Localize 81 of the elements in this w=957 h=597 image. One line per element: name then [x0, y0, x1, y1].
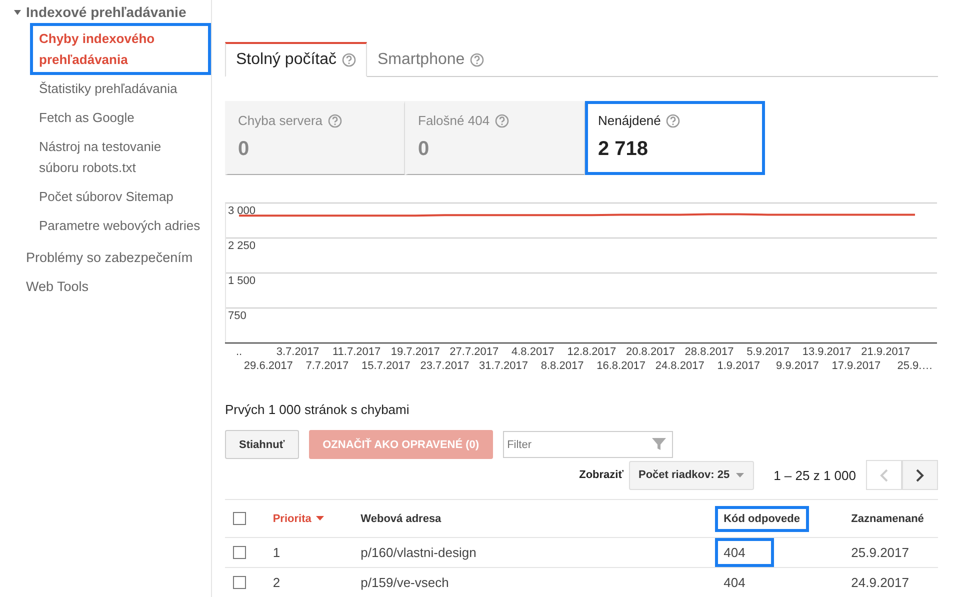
x-axis-label: 31.7.2017 — [479, 360, 528, 372]
table-title: Prvých 1 000 stránok s chybami — [225, 402, 410, 417]
row-checkbox[interactable] — [233, 576, 246, 589]
expand-triangle-icon[interactable] — [14, 10, 21, 14]
help-icon[interactable] — [328, 114, 342, 128]
sidebar-item[interactable]: Fetch as Google — [30, 102, 144, 133]
column-header[interactable]: Webová adresa — [352, 506, 450, 532]
x-axis-label: 11.7.2017 — [332, 346, 381, 358]
table-cell-text: 404 — [722, 574, 746, 592]
download-button[interactable]: Stiahnuť — [225, 430, 299, 459]
next-page-button[interactable] — [902, 460, 938, 490]
help-icon[interactable] — [470, 53, 484, 68]
metric-label: Nenájdené — [598, 113, 661, 128]
table-cell-text: 25.9.2017 — [850, 544, 910, 562]
x-axis-label: 13.9.2017 — [802, 346, 852, 358]
sidebar-item[interactable]: Web Tools — [0, 273, 89, 302]
y-axis-label: 750 — [228, 310, 246, 322]
filter-field[interactable]: Filter — [503, 431, 674, 458]
tab[interactable]: Stolný počítač — [225, 42, 366, 78]
x-axis-label: 20.8.2017 — [626, 346, 675, 358]
y-axis-label: 2 250 — [228, 240, 256, 252]
x-axis-label: 29.6.2017 — [244, 360, 293, 372]
metric-value: 0 — [238, 138, 250, 162]
metric-value: 2 718 — [598, 138, 650, 162]
sidebar-item[interactable]: Problémy so zabezpečením — [0, 244, 193, 273]
x-axis-label: 17.9.2017 — [832, 360, 881, 372]
select-all-checkbox[interactable] — [233, 512, 246, 525]
x-axis-label: 24.8.2017 — [655, 360, 704, 372]
x-axis-label: 28.8.2017 — [684, 346, 734, 358]
x-axis-label: 5.9.2017 — [746, 346, 790, 358]
page-range: 1 – 25 z 1 000 — [774, 468, 856, 482]
help-icon[interactable] — [342, 53, 356, 68]
table-cell-text: p/159/ve-vsech — [360, 574, 450, 592]
column-header[interactable]: Kód odpovede — [714, 506, 809, 532]
tab[interactable]: Smartphone — [366, 42, 495, 78]
x-axis-label: 9.9.2017 — [776, 360, 819, 372]
x-axis-label: 21.9.2017 — [861, 346, 910, 358]
x-axis-label: 12.8.2017 — [567, 346, 616, 358]
x-axis-label: 25.9.… — [897, 360, 933, 372]
x-axis-label: .. — [236, 346, 242, 358]
x-axis-label: 1.9.2017 — [717, 360, 760, 372]
column-header[interactable]: Priorita — [264, 506, 334, 532]
x-axis-label: 8.8.2017 — [540, 360, 584, 372]
column-header[interactable]: Zaznamenané — [842, 506, 933, 532]
table-cell-text: 2 — [272, 574, 282, 592]
show-label: Zobraziť — [579, 469, 624, 481]
sidebar-item[interactable]: Chyby indexového prehľadávania — [30, 23, 211, 75]
chevron-left-icon — [880, 468, 888, 482]
sort-caret-icon — [316, 516, 324, 521]
sidebar-item[interactable]: Parametre webových adries — [30, 210, 210, 241]
metric-card[interactable]: Chyba servera 0 — [225, 101, 405, 175]
row-checkbox[interactable] — [233, 546, 246, 559]
x-axis-label: 23.7.2017 — [420, 360, 470, 372]
y-axis-label: 3 000 — [228, 205, 256, 217]
table-cell-text: p/160/vlastni-design — [360, 544, 478, 562]
filter-icon — [652, 437, 666, 451]
sidebar-item[interactable]: Nástroj na testovanie súboru robots.txt — [30, 131, 211, 183]
y-axis-label: 1 500 — [228, 275, 256, 287]
help-icon[interactable] — [666, 114, 680, 128]
table-cell: 404 — [714, 538, 774, 567]
rows-dropdown[interactable]: Počet riadkov: 25 — [628, 460, 754, 490]
chevron-right-icon — [916, 468, 924, 482]
metric-label: Chyba servera — [238, 113, 323, 128]
sidebar-item[interactable]: Počet súborov Sitemap — [30, 181, 182, 212]
x-axis-label: 16.8.2017 — [596, 360, 646, 372]
x-axis-label: 27.7.2017 — [450, 346, 499, 358]
help-icon[interactable] — [494, 114, 509, 128]
x-axis-label: 19.7.2017 — [390, 346, 440, 358]
metric-label: Falošné 404 — [418, 113, 490, 128]
x-axis-label: 7.7.2017 — [306, 360, 349, 372]
metric-card[interactable]: Nenájdené 2 718 — [585, 101, 765, 175]
metric-value: 0 — [418, 138, 430, 162]
metric-card[interactable]: Falošné 404 0 — [405, 101, 585, 175]
x-axis-label: 4.8.2017 — [512, 346, 554, 358]
sidebar-item[interactable]: Štatistiky prehľadávania — [30, 73, 186, 104]
caret-icon — [736, 472, 744, 478]
x-axis-label: 3.7.2017 — [276, 346, 320, 358]
table-cell-text: 1 — [272, 544, 282, 562]
x-axis-label: 15.7.2017 — [362, 360, 410, 372]
table-cell-text: 24.9.2017 — [850, 574, 910, 592]
sidebar-section[interactable]: Indexové prehľadávanie — [26, 4, 186, 20]
